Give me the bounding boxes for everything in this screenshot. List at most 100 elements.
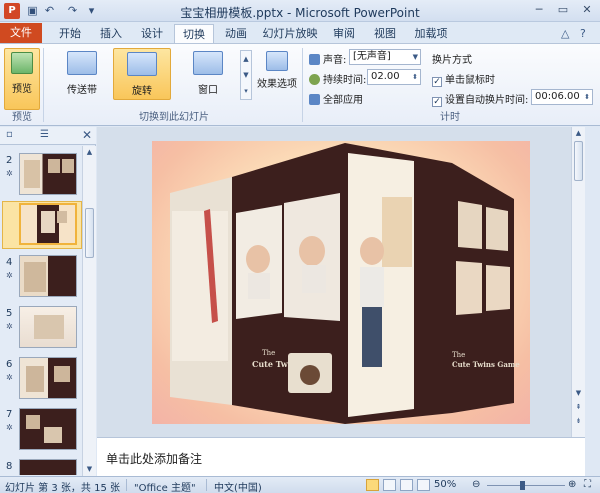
- zoom-slider-track[interactable]: [487, 485, 565, 486]
- tab-animations[interactable]: 动画: [217, 24, 255, 44]
- slide-number: 5: [6, 308, 13, 319]
- tab-insert[interactable]: 插入: [92, 24, 130, 44]
- thumb-photo: [26, 366, 44, 392]
- on-click-checkbox[interactable]: ✓: [432, 77, 442, 87]
- close-button[interactable]: ✕: [576, 2, 598, 18]
- baby-shirt-large: [360, 267, 384, 307]
- slide-number: 2: [6, 155, 13, 166]
- preview-button[interactable]: 预览: [4, 48, 40, 110]
- baby-face-2: [299, 236, 325, 266]
- slides-pane: ▫ ☰ ✕ 2 ✲ 3 ✲ 4 ✲ 5 ✲ 6 ✲ 7 ✲ 8: [0, 127, 96, 476]
- status-divider: [206, 479, 207, 491]
- thumb-photo: [48, 159, 60, 173]
- status-bar: 幻灯片 第 3 张，共 15 张 "Office 主题" 中文(中国) 50% …: [0, 476, 600, 493]
- slide-canvas[interactable]: The Cute Twins Game The Cute Twins Game: [152, 141, 530, 424]
- camera-lens: [300, 365, 320, 385]
- status-divider: [126, 479, 127, 491]
- title-bar: P ▣ ↶ ↷ ▾ 宝宝相册模板.pptx - Microsoft PowerP…: [0, 0, 600, 22]
- zoom-in-icon[interactable]: ⊕: [568, 479, 576, 490]
- after-time-spinner[interactable]: 00:06.00 ⬍: [531, 89, 593, 105]
- tab-view[interactable]: 视图: [366, 24, 404, 44]
- tab-design[interactable]: 设计: [133, 24, 171, 44]
- window-transition-icon: [193, 51, 223, 75]
- restore-button[interactable]: ▭: [552, 2, 574, 18]
- transition-rotate[interactable]: 旋转: [113, 48, 171, 100]
- normal-view-icon[interactable]: [366, 479, 379, 491]
- notes-placeholder[interactable]: 单击此处添加备注: [106, 450, 202, 467]
- after-time-checkbox[interactable]: ✓: [432, 97, 442, 107]
- tab-review[interactable]: 审阅: [325, 24, 363, 44]
- zoom-level[interactable]: 50%: [434, 479, 456, 490]
- powerpoint-app-icon[interactable]: P: [4, 3, 20, 19]
- slide-number: 7: [6, 409, 13, 420]
- preview-label: 预览: [12, 84, 32, 95]
- minimize-button[interactable]: ─: [528, 2, 550, 18]
- slide-title-right-line-2: Cute Twins Game: [452, 360, 520, 369]
- close-pane-icon[interactable]: ✕: [82, 128, 92, 142]
- thumb-photo: [41, 211, 55, 233]
- thumb-photo: [26, 415, 40, 429]
- tab-home[interactable]: 开始: [51, 24, 89, 44]
- language-status[interactable]: 中文(中国): [214, 479, 262, 493]
- apply-all-button[interactable]: 全部应用: [309, 91, 363, 106]
- divider: [302, 48, 303, 122]
- save-icon[interactable]: ▣: [25, 3, 40, 18]
- photo-room-left: [172, 211, 228, 361]
- slide-thumbnail-selected[interactable]: [19, 203, 77, 245]
- undo-icon[interactable]: ↶: [42, 3, 57, 18]
- minimize-ribbon-icon[interactable]: △: [561, 27, 569, 40]
- duration-label: 持续时间:: [309, 71, 366, 86]
- fit-to-window-icon[interactable]: ⛶: [584, 479, 591, 490]
- transition-marker-icon: ✲: [6, 169, 13, 178]
- transition-label: 传送带: [67, 85, 97, 96]
- zoom-slider-thumb[interactable]: [520, 481, 525, 490]
- group-label-transitions: 切换到此幻灯片: [139, 112, 209, 123]
- theme-status[interactable]: "Office 主题": [134, 479, 196, 493]
- scroll-down-icon[interactable]: ▼: [572, 387, 585, 399]
- transition-conveyor[interactable]: 传送带: [53, 48, 111, 100]
- gallery-scroll[interactable]: ▲ ▼ ▾: [240, 50, 252, 100]
- on-click-option[interactable]: ✓ 单击鼠标时: [432, 71, 495, 87]
- slide-thumbnail[interactable]: [19, 306, 77, 348]
- transition-window[interactable]: 窗口: [179, 48, 237, 100]
- baby-face-large: [360, 237, 384, 265]
- slides-pane-scrollbar[interactable]: ▲ ▼: [82, 146, 96, 476]
- duration-spinner[interactable]: 02.00 ⬍: [367, 69, 421, 85]
- tab-file[interactable]: 文件: [0, 23, 42, 44]
- sound-select[interactable]: [无声音] ▼: [349, 49, 421, 65]
- slide-title-right-line-1: The: [452, 351, 465, 359]
- tab-addins[interactable]: 加载项: [408, 24, 454, 44]
- effect-options-label: 效果选项: [257, 79, 297, 90]
- reading-view-icon[interactable]: [400, 479, 413, 491]
- slide-thumbnail[interactable]: [19, 459, 77, 475]
- baby-shirt-1: [248, 273, 270, 299]
- slide-thumbnail[interactable]: [19, 357, 77, 399]
- slideshow-view-icon[interactable]: [417, 479, 430, 491]
- customize-quick-access-icon[interactable]: ▾: [84, 3, 99, 18]
- notes-pane[interactable]: 单击此处添加备注: [97, 437, 585, 476]
- tab-transitions[interactable]: 切换: [174, 24, 214, 44]
- effect-options-button[interactable]: 效果选项: [256, 48, 298, 100]
- slides-tab-icon[interactable]: ▫: [6, 129, 13, 140]
- rotate-icon: [127, 52, 157, 76]
- zoom-out-icon[interactable]: ⊖: [472, 479, 480, 490]
- scroll-up-icon[interactable]: ▲: [572, 127, 585, 139]
- redo-icon[interactable]: ↷: [65, 3, 80, 18]
- slide-thumbnail[interactable]: [19, 255, 77, 297]
- slide-sorter-view-icon[interactable]: [383, 479, 396, 491]
- after-time-option[interactable]: ✓ 设置自动换片时间:: [432, 91, 528, 107]
- scroll-up-icon[interactable]: ▲: [83, 146, 96, 158]
- slide-thumbnail[interactable]: [19, 153, 77, 195]
- transition-label: 旋转: [132, 86, 152, 97]
- editor-scrollbar[interactable]: ▲ ▼ ⇞ ⇟: [571, 127, 585, 437]
- tab-slideshow[interactable]: 幻灯片放映: [258, 24, 322, 44]
- next-slide-icon[interactable]: ⇟: [572, 415, 585, 427]
- outline-tab-icon[interactable]: ☰: [40, 129, 49, 140]
- scrollbar-thumb[interactable]: [85, 208, 94, 258]
- help-icon[interactable]: ?: [580, 27, 586, 40]
- scroll-down-icon[interactable]: ▼: [83, 463, 96, 475]
- scrollbar-thumb[interactable]: [574, 141, 583, 181]
- slide-count-status: 幻灯片 第 3 张，共 15 张: [5, 483, 120, 493]
- slide-thumbnail[interactable]: [19, 408, 77, 450]
- previous-slide-icon[interactable]: ⇞: [572, 401, 585, 413]
